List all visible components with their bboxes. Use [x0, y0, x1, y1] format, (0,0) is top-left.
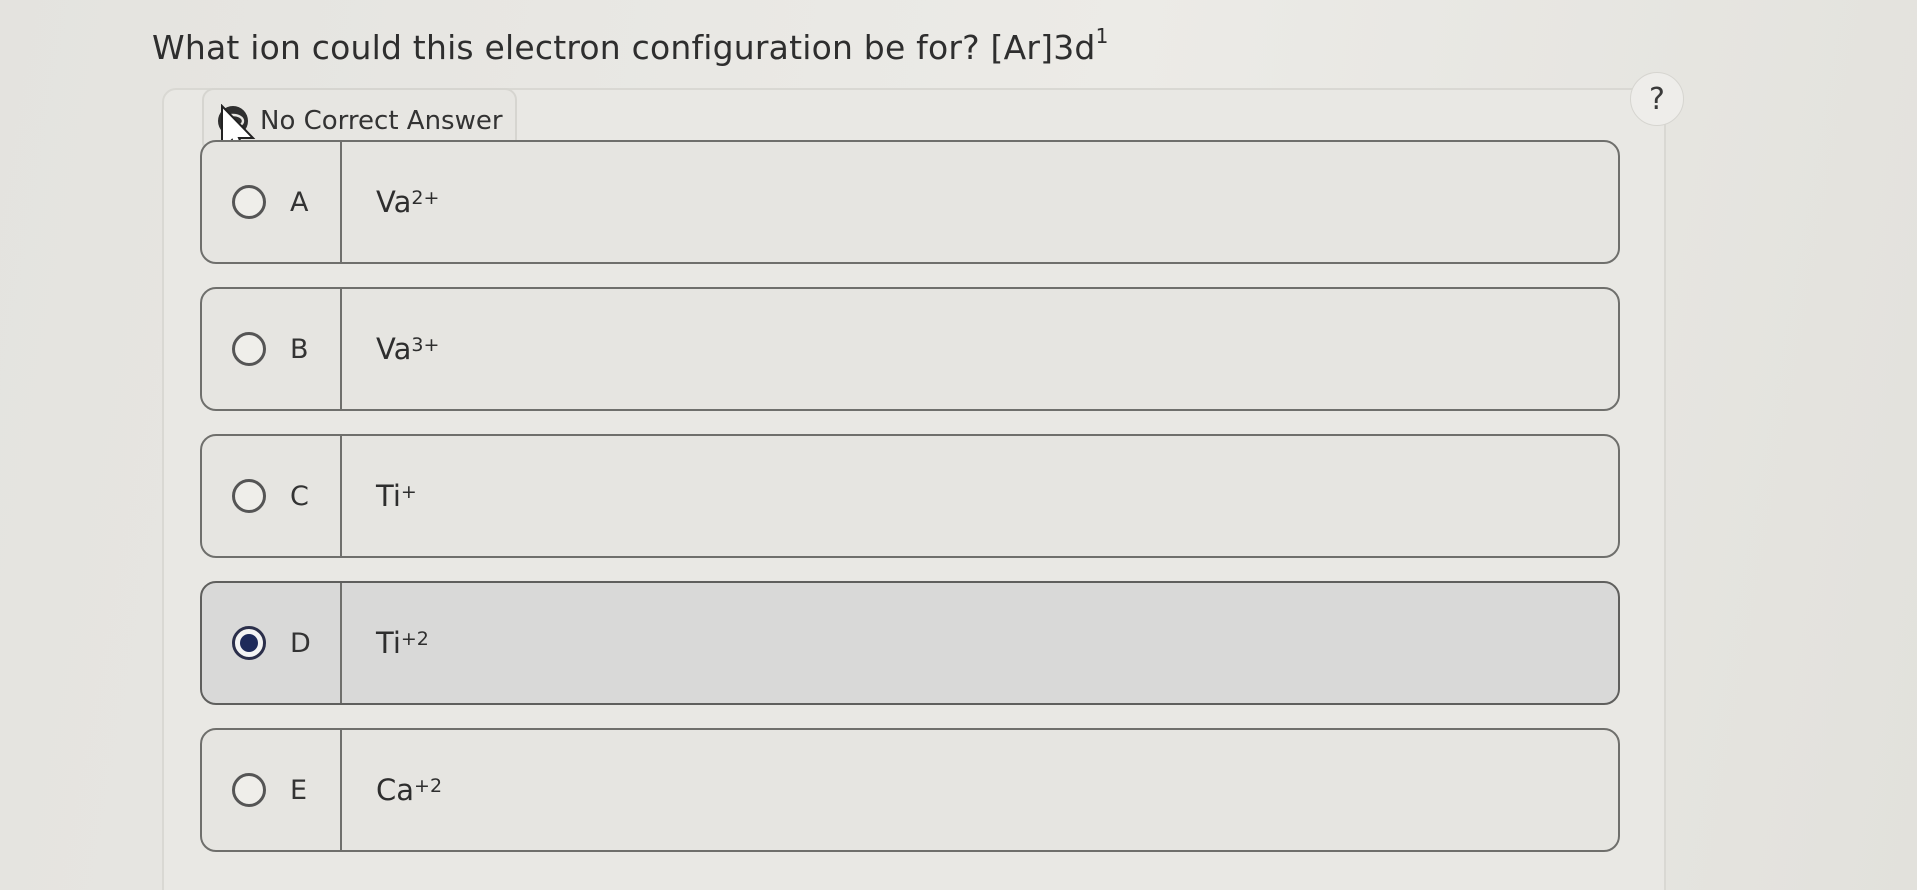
option-e-charge: +2	[414, 775, 443, 797]
option-d-letter: D	[290, 627, 311, 659]
question-superscript: 1	[1095, 24, 1109, 48]
option-a-radio[interactable]	[232, 185, 266, 219]
option-a-selector[interactable]: A	[202, 142, 342, 262]
option-d-charge: +2	[400, 628, 429, 650]
option-d-radio[interactable]	[232, 626, 266, 660]
option-a-charge: 2+	[411, 187, 440, 209]
option-b-letter: B	[290, 333, 309, 365]
option-d-base: Ti	[376, 626, 401, 660]
option-a[interactable]: A Va 2+	[200, 140, 1620, 264]
option-c-radio[interactable]	[232, 479, 266, 513]
option-c[interactable]: C Ti +	[200, 434, 1620, 558]
quiz-page: What ion could this electron configurati…	[0, 0, 1917, 890]
option-c-selector[interactable]: C	[202, 436, 342, 556]
option-e-letter: E	[290, 774, 308, 806]
option-e-selector[interactable]: E	[202, 730, 342, 850]
option-a-base: Va	[376, 185, 412, 219]
option-b-text: Va 3+	[342, 289, 439, 409]
option-b-charge: 3+	[411, 334, 440, 356]
no-correct-answer-label: No Correct Answer	[260, 106, 503, 136]
option-b-selector[interactable]: B	[202, 289, 342, 409]
option-c-letter: C	[290, 480, 309, 512]
option-d-selector[interactable]: D	[202, 583, 342, 703]
option-e-text: Ca +2	[342, 730, 442, 850]
question-main: What ion could this electron configurati…	[152, 28, 1096, 67]
option-d[interactable]: D Ti +2	[200, 581, 1620, 705]
option-b-base: Va	[376, 332, 412, 366]
option-d-text: Ti +2	[342, 583, 429, 703]
option-e-base: Ca	[376, 773, 415, 807]
option-c-base: Ti	[376, 479, 401, 513]
help-button[interactable]: ?	[1630, 72, 1684, 126]
option-e-radio[interactable]	[232, 773, 266, 807]
option-a-text: Va 2+	[342, 142, 439, 262]
option-b-radio[interactable]	[232, 332, 266, 366]
option-c-charge: +	[400, 481, 417, 503]
option-e[interactable]: E Ca +2	[200, 728, 1620, 852]
option-a-letter: A	[290, 186, 309, 218]
option-c-text: Ti +	[342, 436, 417, 556]
question-text: What ion could this electron configurati…	[152, 24, 1109, 67]
help-label: ?	[1649, 81, 1665, 117]
option-b[interactable]: B Va 3+	[200, 287, 1620, 411]
